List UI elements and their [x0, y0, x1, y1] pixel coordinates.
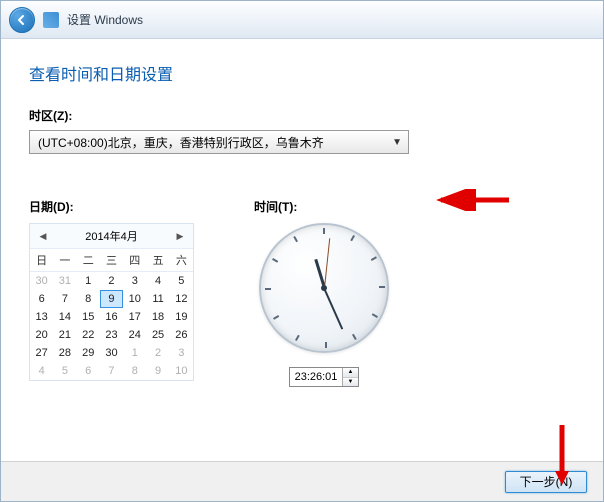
calendar-day[interactable]: 12: [170, 290, 193, 308]
footer: 下一步(N): [1, 461, 603, 501]
calendar-day[interactable]: 7: [100, 362, 123, 380]
calendar-day[interactable]: 22: [77, 326, 100, 344]
calendar-day[interactable]: 31: [53, 272, 76, 290]
calendar-dow: 六: [170, 249, 193, 272]
app-icon: [43, 12, 59, 28]
calendar-day[interactable]: 9: [146, 362, 169, 380]
calendar-day[interactable]: 4: [30, 362, 53, 380]
window: 设置 Windows 查看时间和日期设置 时区(Z): (UTC+08:00)北…: [0, 0, 604, 502]
clock-tick: [371, 256, 377, 261]
calendar-day[interactable]: 18: [146, 308, 169, 326]
calendar-day[interactable]: 15: [77, 308, 100, 326]
time-label: 时间(T):: [254, 198, 394, 215]
timezone-select[interactable]: (UTC+08:00)北京，重庆，香港特别行政区，乌鲁木齐 ▼: [29, 130, 409, 154]
time-spinner-box: ▲ ▼: [289, 367, 359, 387]
calendar-day[interactable]: 21: [53, 326, 76, 344]
calendar-day[interactable]: 10: [123, 290, 146, 308]
clock-tick: [293, 236, 298, 242]
time-input[interactable]: [290, 368, 342, 386]
clock-minute-hand: [323, 288, 343, 330]
clock-tick: [379, 286, 385, 288]
calendar-day[interactable]: 30: [100, 344, 123, 362]
calendar-day[interactable]: 23: [100, 326, 123, 344]
calendar-dow: 一: [53, 249, 76, 272]
calendar-day[interactable]: 7: [53, 290, 76, 308]
calendar-day[interactable]: 26: [170, 326, 193, 344]
calendar-day[interactable]: 24: [123, 326, 146, 344]
calendar-day[interactable]: 20: [30, 326, 53, 344]
calendar-day[interactable]: 8: [77, 290, 100, 308]
calendar-day[interactable]: 25: [146, 326, 169, 344]
clock-tick: [325, 342, 327, 348]
calendar-day[interactable]: 28: [53, 344, 76, 362]
calendar-day[interactable]: 13: [30, 308, 53, 326]
clock-tick: [372, 313, 378, 318]
calendar-dow: 二: [77, 249, 100, 272]
calendar-day[interactable]: 9: [100, 290, 123, 308]
timezone-label: 时区(Z):: [29, 107, 575, 124]
calendar-dow: 三: [100, 249, 123, 272]
window-header: 设置 Windows: [1, 1, 603, 39]
time-spin-down-button[interactable]: ▼: [343, 378, 358, 387]
back-button[interactable]: [9, 7, 35, 33]
calendar-day[interactable]: 1: [77, 272, 100, 290]
calendar-day[interactable]: 19: [170, 308, 193, 326]
clock-tick: [272, 258, 278, 263]
calendar-day[interactable]: 17: [123, 308, 146, 326]
clock-tick: [273, 315, 279, 320]
calendar: ◀ 2014年4月 ▶ 日一二三四五六303112345678910111213…: [29, 223, 194, 381]
calendar-day[interactable]: 6: [77, 362, 100, 380]
calendar-dow: 四: [123, 249, 146, 272]
calendar-day[interactable]: 3: [123, 272, 146, 290]
calendar-grid: 日一二三四五六303112345678910111213141516171819…: [30, 249, 193, 380]
window-title: 设置 Windows: [67, 11, 143, 28]
calendar-day[interactable]: 3: [170, 344, 193, 362]
calendar-dow: 五: [146, 249, 169, 272]
calendar-next-button[interactable]: ▶: [173, 229, 187, 243]
clock-tick: [352, 334, 357, 340]
calendar-day[interactable]: 2: [100, 272, 123, 290]
analog-clock: [259, 223, 389, 353]
date-time-row: 日期(D): ◀ 2014年4月 ▶ 日一二三四五六30311234567891…: [29, 198, 575, 387]
clock-center-pin: [321, 285, 327, 291]
time-spinner: ▲ ▼: [254, 367, 394, 387]
calendar-day[interactable]: 2: [146, 344, 169, 362]
calendar-day[interactable]: 14: [53, 308, 76, 326]
next-button[interactable]: 下一步(N): [505, 471, 587, 493]
calendar-prev-button[interactable]: ◀: [36, 229, 50, 243]
calendar-dow: 日: [30, 249, 53, 272]
calendar-day[interactable]: 5: [53, 362, 76, 380]
clock-tick: [323, 228, 325, 234]
calendar-day[interactable]: 8: [123, 362, 146, 380]
chevron-down-icon: ▼: [392, 137, 402, 148]
calendar-day[interactable]: 27: [30, 344, 53, 362]
calendar-day[interactable]: 10: [170, 362, 193, 380]
calendar-day[interactable]: 16: [100, 308, 123, 326]
calendar-header: ◀ 2014年4月 ▶: [30, 224, 193, 249]
time-spin-buttons: ▲ ▼: [342, 368, 358, 386]
content-area: 查看时间和日期设置 时区(Z): (UTC+08:00)北京，重庆，香港特别行政…: [1, 39, 603, 461]
clock-tick: [265, 288, 271, 290]
date-label: 日期(D):: [29, 198, 194, 215]
calendar-day[interactable]: 29: [77, 344, 100, 362]
calendar-day[interactable]: 11: [146, 290, 169, 308]
clock-second-hand: [324, 238, 330, 288]
arrow-left-icon: [16, 14, 28, 26]
clock-tick: [350, 235, 355, 241]
calendar-month-title: 2014年4月: [85, 228, 138, 244]
calendar-day[interactable]: 6: [30, 290, 53, 308]
page-title: 查看时间和日期设置: [29, 61, 575, 85]
calendar-day[interactable]: 5: [170, 272, 193, 290]
clock-tick: [295, 335, 300, 341]
date-column: 日期(D): ◀ 2014年4月 ▶ 日一二三四五六30311234567891…: [29, 198, 194, 387]
calendar-day[interactable]: 1: [123, 344, 146, 362]
time-column: 时间(T): ▲ ▼: [254, 198, 394, 387]
calendar-day[interactable]: 30: [30, 272, 53, 290]
timezone-selected-text: (UTC+08:00)北京，重庆，香港特别行政区，乌鲁木齐: [38, 134, 324, 151]
time-spin-up-button[interactable]: ▲: [343, 368, 358, 378]
calendar-day[interactable]: 4: [146, 272, 169, 290]
